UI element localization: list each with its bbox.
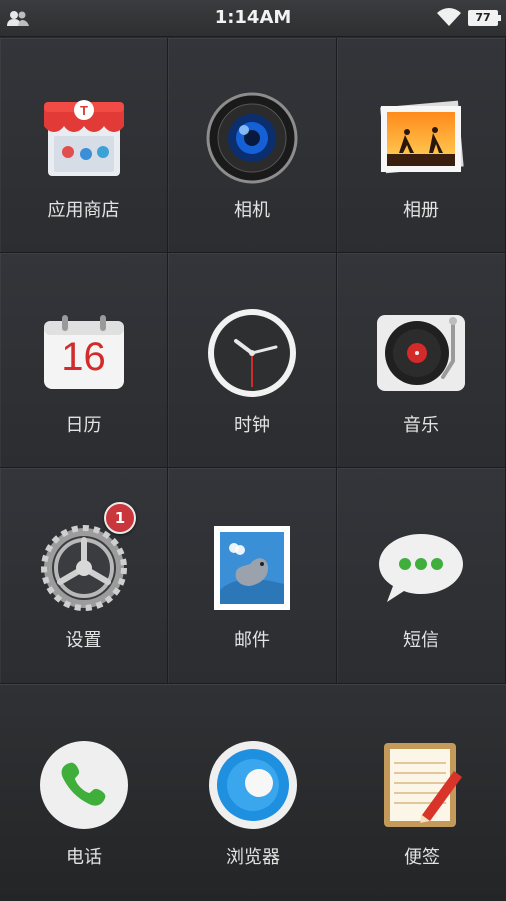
- music-icon: [377, 315, 465, 391]
- clock-tile[interactable]: 时钟: [168, 253, 337, 468]
- browser-icon: [209, 741, 297, 829]
- status-time: 1:14AM: [214, 7, 292, 28]
- status-bar: 1:14AM 77: [0, 0, 506, 37]
- mail-tile[interactable]: 邮件: [168, 468, 337, 684]
- app-grid: T 应用商店 相机 相册 16 日历 时钟 音乐 设置 邮件 短信: [0, 38, 506, 684]
- battery-indicator: 77: [468, 10, 501, 26]
- camera-tile[interactable]: 相机: [168, 38, 337, 253]
- app-label: 应用商店: [47, 200, 120, 221]
- wifi-icon: [437, 8, 461, 26]
- settings-tile[interactable]: 设置: [0, 468, 168, 684]
- app-label: 短信: [403, 630, 439, 651]
- app-label: 音乐: [403, 415, 439, 436]
- notes-dock-item[interactable]: 便签: [338, 685, 506, 901]
- phone-icon: [40, 741, 128, 829]
- dock-label: 便签: [404, 847, 440, 868]
- mail-icon: [214, 526, 290, 610]
- settings-notification-badge: 1: [104, 502, 136, 534]
- gallery-icon: [380, 100, 464, 174]
- gallery-tile[interactable]: 相册: [337, 38, 506, 253]
- app-label: 设置: [65, 630, 102, 651]
- app-label: 日历: [65, 415, 102, 436]
- settings-icon: [40, 525, 127, 611]
- clock-icon: [208, 309, 296, 397]
- calendar-tile[interactable]: 16 日历: [0, 253, 168, 468]
- svg-text:T: T: [80, 103, 88, 118]
- app-store-icon: T: [43, 100, 124, 176]
- messages-tile[interactable]: 短信: [337, 468, 506, 684]
- app-label: 相机: [234, 200, 270, 221]
- browser-dock-item[interactable]: 浏览器: [169, 685, 337, 901]
- dock-label: 电话: [66, 847, 102, 868]
- app-label: 时钟: [234, 415, 270, 436]
- messages-icon: [379, 534, 463, 602]
- dock: 电话 浏览器 便签: [0, 684, 506, 901]
- notes-icon: [384, 743, 462, 827]
- app-store-tile[interactable]: T 应用商店: [0, 38, 168, 253]
- app-label: 邮件: [234, 630, 270, 651]
- app-label: 相册: [403, 200, 439, 221]
- calendar-day: 16: [61, 335, 106, 379]
- phone-dock-item[interactable]: 电话: [0, 685, 168, 901]
- music-tile[interactable]: 音乐: [337, 253, 506, 468]
- camera-icon: [206, 92, 298, 184]
- dock-label: 浏览器: [226, 847, 280, 868]
